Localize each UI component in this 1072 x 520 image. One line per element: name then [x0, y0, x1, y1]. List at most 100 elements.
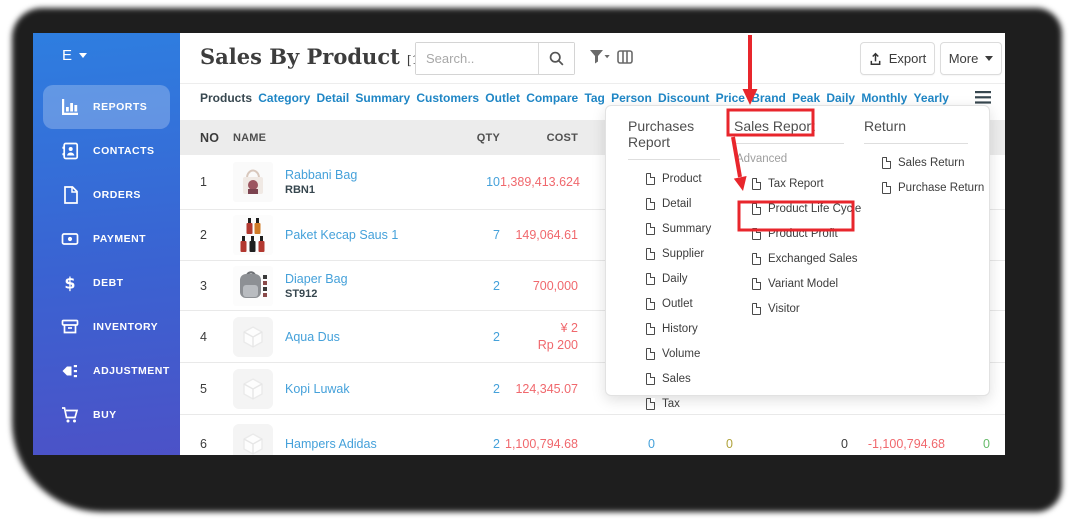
truck-icon: [60, 449, 80, 455]
menu-item-tax-report[interactable]: Tax Report: [752, 177, 862, 190]
product-link[interactable]: Paket Kecap Saus 1: [285, 228, 398, 242]
file-icon: [646, 197, 656, 210]
file-icon: [752, 252, 762, 265]
qty-value[interactable]: 7: [423, 228, 500, 242]
product-thumbnail-handbag[interactable]: [233, 162, 273, 202]
bar-chart-icon: [60, 97, 80, 117]
filter-funnel-icon[interactable]: [590, 50, 611, 65]
tab-customers[interactable]: Customers: [416, 91, 479, 120]
export-button[interactable]: Export: [860, 42, 935, 75]
menu-item-sales[interactable]: Sales: [646, 372, 732, 385]
menu-item-history[interactable]: History: [646, 322, 732, 335]
reports-dropdown-menu: Purchases Report Product Detail Summary …: [605, 105, 990, 410]
cost-value: 149,064.61: [515, 228, 578, 242]
product-thumbnail-sauce-bottles[interactable]: [233, 215, 273, 255]
menu-item-outlet[interactable]: Outlet: [646, 297, 732, 310]
tab-detail[interactable]: Detail: [317, 91, 350, 120]
menu-item-product-life-cycle[interactable]: Product Life Cycle: [752, 202, 862, 215]
menu-column-return: Return Sales Return Purchase Return: [864, 118, 984, 194]
menu-item-variant-model[interactable]: Variant Model: [752, 277, 862, 290]
menu-item-exchanged-sales[interactable]: Exchanged Sales: [752, 252, 862, 265]
col-no: NO: [200, 130, 220, 145]
qty-value[interactable]: 2: [423, 330, 500, 344]
product-link[interactable]: Diaper Bag: [285, 272, 348, 286]
contacts-book-icon: [60, 141, 80, 161]
metric-value: -1,100,794.68: [867, 436, 945, 451]
svg-text:$: $: [64, 274, 75, 293]
qty-value[interactable]: 2: [423, 279, 500, 293]
product-thumbnail-placeholder[interactable]: [233, 423, 273, 455]
sidebar-item-orders[interactable]: ORDERS: [33, 173, 180, 217]
topbar: Sales By Product [1 - 15 Feb 26] Export …: [180, 33, 1005, 84]
product-thumbnail-placeholder[interactable]: [233, 368, 273, 409]
columns-icon[interactable]: [617, 50, 633, 64]
chevron-down-icon: [79, 52, 88, 58]
sidebar-item-logistics[interactable]: LOGISTICS: [33, 437, 180, 455]
tab-category[interactable]: Category: [258, 91, 310, 120]
sidebar-item-reports[interactable]: REPORTS: [43, 85, 170, 129]
menu-item-supplier[interactable]: Supplier: [646, 247, 732, 260]
search-button[interactable]: [538, 43, 574, 74]
menu-section-title: Purchases Report: [628, 118, 720, 160]
product-link[interactable]: Hampers Adidas: [285, 437, 377, 451]
tab-products[interactable]: Products: [197, 91, 255, 127]
app-window: E REPORTS CONTACTS ORDERS PAYMENT $ DEBT…: [33, 33, 1005, 455]
search-icon: [548, 50, 565, 67]
menu-item-detail[interactable]: Detail: [646, 197, 732, 210]
sidebar-item-contacts[interactable]: CONTACTS: [33, 129, 180, 173]
dollar-icon: $: [60, 273, 80, 293]
menu-column-sales-report: Sales Report Advanced Tax Report Product…: [734, 118, 862, 315]
product-sku: RBN1: [285, 184, 315, 196]
menu-item-sales-return[interactable]: Sales Return: [882, 156, 982, 169]
menu-item-tax[interactable]: Tax: [646, 397, 732, 410]
product-link[interactable]: Rabbani Bag: [285, 168, 357, 182]
file-icon: [882, 156, 892, 169]
page-title: Sales By Product: [200, 44, 400, 69]
chevron-down-icon: [985, 56, 994, 61]
sidebar: E REPORTS CONTACTS ORDERS PAYMENT $ DEBT…: [33, 33, 180, 455]
menu-item-summary[interactable]: Summary: [646, 222, 732, 235]
menu-section-title: Return: [864, 118, 968, 144]
document-icon: [60, 185, 80, 205]
tab-compare[interactable]: Compare: [526, 91, 578, 120]
file-icon: [646, 397, 656, 410]
product-link[interactable]: Kopi Luwak: [285, 382, 350, 396]
qty-value[interactable]: 10: [423, 175, 500, 189]
menu-item-daily[interactable]: Daily: [646, 272, 732, 285]
menu-item-product-profit[interactable]: Product Profit: [752, 227, 862, 240]
file-icon: [646, 372, 656, 385]
search-input[interactable]: [416, 43, 538, 74]
file-icon: [752, 177, 762, 190]
more-button[interactable]: More: [940, 42, 1002, 75]
menu-item-product[interactable]: Product: [646, 172, 732, 185]
qty-value[interactable]: 2: [423, 382, 500, 396]
menu-group-label: Advanced: [736, 153, 788, 165]
file-icon: [646, 272, 656, 285]
menu-item-visitor[interactable]: Visitor: [752, 302, 862, 315]
inventory-box-icon: [60, 317, 80, 337]
tab-summary[interactable]: Summary: [355, 91, 410, 120]
product-link[interactable]: Aqua Dus: [285, 330, 340, 344]
file-icon: [752, 202, 762, 215]
menu-item-volume[interactable]: Volume: [646, 347, 732, 360]
sidebar-item-inventory[interactable]: INVENTORY: [33, 305, 180, 349]
sidebar-item-payment[interactable]: PAYMENT: [33, 217, 180, 261]
qty-value[interactable]: 2: [423, 437, 500, 451]
search-group: [415, 42, 575, 75]
menu-item-purchase-return[interactable]: Purchase Return: [882, 181, 984, 194]
tab-outlet[interactable]: Outlet: [485, 91, 520, 120]
tab-tag[interactable]: Tag: [584, 91, 604, 120]
product-thumbnail-backpack[interactable]: [233, 265, 273, 306]
metric-value: 0: [841, 436, 848, 451]
brand-menu[interactable]: E: [33, 33, 180, 77]
sidebar-item-buy[interactable]: BUY: [33, 393, 180, 437]
sidebar-item-debt[interactable]: $ DEBT: [33, 261, 180, 305]
brand-label: E: [62, 46, 73, 64]
sidebar-item-adjustment[interactable]: ADJUSTMENT: [33, 349, 180, 393]
product-sku: ST912: [285, 287, 318, 300]
file-icon: [646, 322, 656, 335]
product-thumbnail-placeholder[interactable]: [233, 316, 273, 357]
file-icon: [646, 172, 656, 185]
price-tag-icon: [60, 361, 80, 381]
file-icon: [752, 227, 762, 240]
